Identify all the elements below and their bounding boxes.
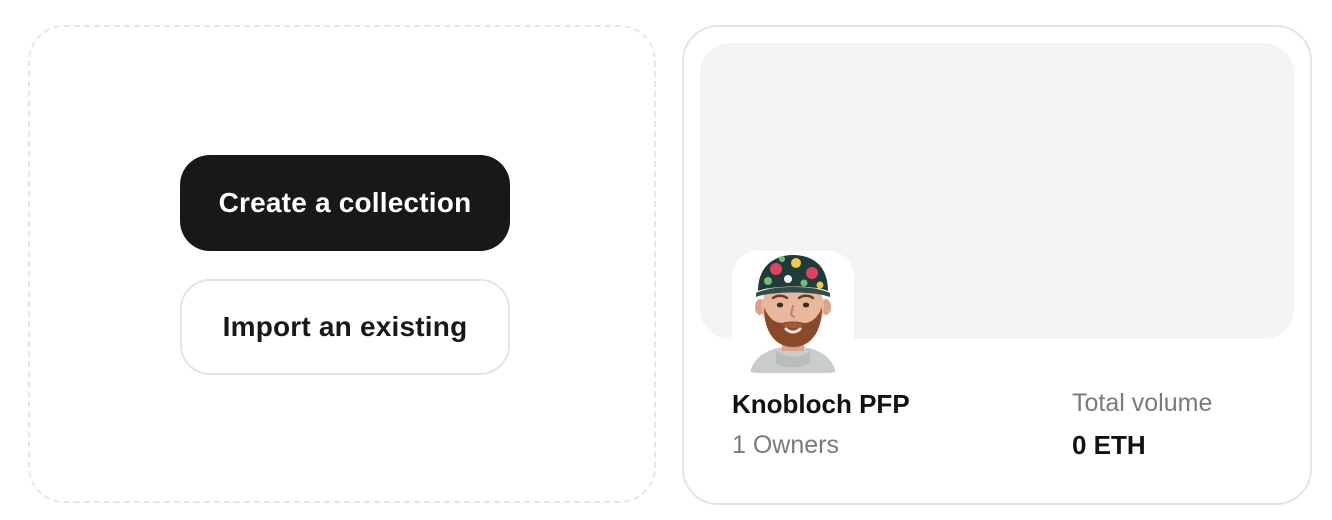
total-volume-label: Total volume <box>1072 389 1213 417</box>
import-existing-button[interactable]: Import an existing <box>180 279 510 375</box>
collection-owners-count: 1 Owners <box>732 431 839 459</box>
collections-page: Create a collection Import an existing K… <box>0 0 1332 520</box>
collection-avatar <box>732 251 854 373</box>
collection-name[interactable]: Knobloch PFP <box>732 389 910 420</box>
total-volume-value: 0 ETH <box>1072 430 1146 460</box>
collection-card[interactable]: Knobloch PFP 1 Owners Total volume 0 ETH <box>682 25 1312 505</box>
avatar-portrait-icon <box>732 251 854 373</box>
create-collection-button[interactable]: Create a collection <box>180 155 510 251</box>
new-collection-card: Create a collection Import an existing <box>28 25 656 503</box>
